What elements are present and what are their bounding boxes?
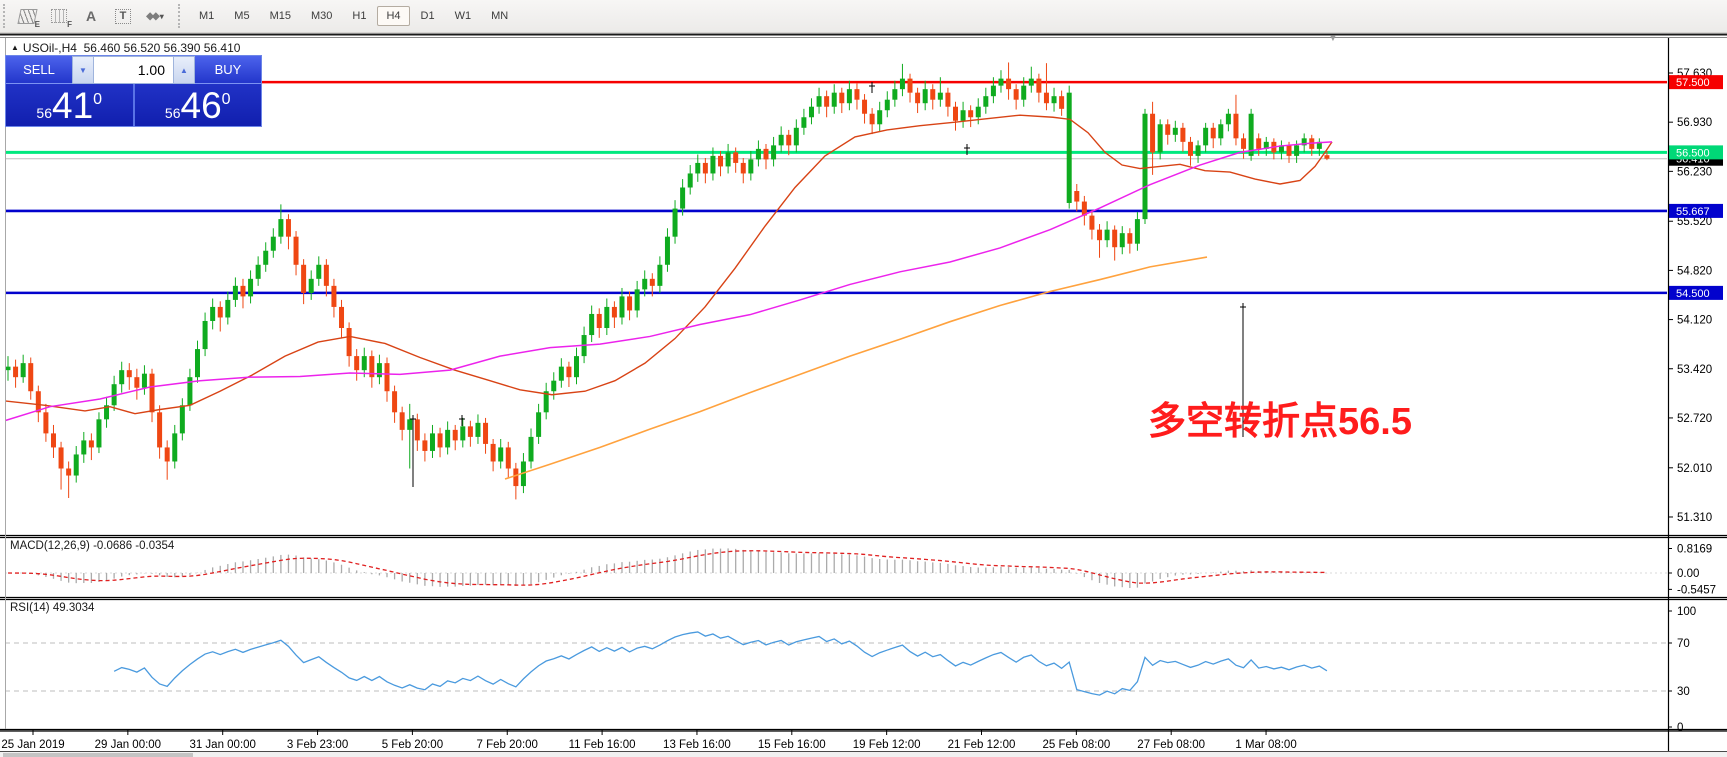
svg-text:30: 30 — [1677, 686, 1690, 698]
svg-text:54.500: 54.500 — [1676, 288, 1710, 300]
svg-text:15 Feb 16:00: 15 Feb 16:00 — [758, 739, 826, 751]
rsi-label: RSI(14) 49.3034 — [10, 602, 94, 614]
svg-text:11 Feb 16:00: 11 Feb 16:00 — [569, 739, 636, 751]
svg-text:100: 100 — [1677, 606, 1696, 618]
ohlc-readout: 56.460 56.520 56.390 56.410 — [84, 41, 241, 55]
svg-text:54.120: 54.120 — [1677, 315, 1712, 327]
collapse-arrow-icon[interactable]: ▲ — [11, 43, 19, 52]
svg-text:56.930: 56.930 — [1677, 117, 1712, 129]
volume-input[interactable] — [94, 56, 173, 84]
price-axis[interactable]: 57.63056.93056.23055.52054.82054.12053.4… — [1668, 68, 1723, 734]
mt4-window: E F A T ◆◆▾ M1M5M15M30H1H4D1W1MN 57.6305… — [0, 0, 1727, 757]
svg-text:0: 0 — [1677, 722, 1683, 734]
horizontal-scrollbar[interactable] — [0, 751, 1727, 757]
svg-text:21 Feb 12:00: 21 Feb 12:00 — [948, 739, 1016, 751]
dagger-marker — [459, 415, 465, 426]
sell-button[interactable]: SELL — [6, 56, 72, 84]
dagger-marker — [869, 82, 875, 93]
svg-text:-0.5457: -0.5457 — [1677, 584, 1716, 596]
volume-up-button[interactable]: ▲ — [173, 56, 195, 84]
macd-label: MACD(12,26,9) -0.0686 -0.0354 — [10, 540, 174, 552]
rsi-plot[interactable] — [5, 632, 1668, 695]
svg-text:56.500: 56.500 — [1676, 147, 1710, 159]
svg-text:25 Jan 2019: 25 Jan 2019 — [1, 739, 64, 751]
one-click-trading-panel: SELL ▼ ▲ BUY 56410 56460 — [5, 55, 262, 127]
svg-text:54.820: 54.820 — [1677, 265, 1712, 277]
svg-text:70: 70 — [1677, 638, 1690, 650]
svg-text:0.00: 0.00 — [1677, 568, 1699, 580]
macd-values: -0.0686 -0.0354 — [93, 540, 174, 552]
svg-text:19 Feb 12:00: 19 Feb 12:00 — [853, 739, 921, 751]
svg-text:55.520: 55.520 — [1677, 216, 1712, 228]
svg-text:5 Feb 20:00: 5 Feb 20:00 — [382, 739, 443, 751]
svg-text:53.420: 53.420 — [1677, 364, 1712, 376]
price-plot[interactable] — [0, 62, 1668, 499]
rsi-value: 49.3034 — [53, 602, 95, 614]
svg-text:13 Feb 16:00: 13 Feb 16:00 — [663, 739, 731, 751]
buy-price[interactable]: 56460 — [135, 84, 262, 126]
ma-slow-line — [505, 257, 1207, 479]
svg-text:3 Feb 23:00: 3 Feb 23:00 — [287, 739, 348, 751]
svg-text:25 Feb 08:00: 25 Feb 08:00 — [1042, 739, 1110, 751]
ma-mid-line — [0, 142, 1332, 422]
svg-text:0.8169: 0.8169 — [1677, 543, 1712, 555]
candles-layer — [6, 62, 1330, 499]
svg-text:31 Jan 00:00: 31 Jan 00:00 — [189, 739, 256, 751]
chart-annotation-text: 多空转折点56.5 — [1148, 390, 1412, 445]
volume-down-button[interactable]: ▼ — [72, 56, 94, 84]
svg-text:57.500: 57.500 — [1676, 77, 1710, 89]
buy-button[interactable]: BUY — [195, 56, 261, 84]
symbol-title: USOil-,H4 — [23, 41, 77, 55]
svg-text:1 Mar 08:00: 1 Mar 08:00 — [1235, 739, 1296, 751]
sell-price[interactable]: 56410 — [6, 84, 135, 126]
svg-text:27 Feb 08:00: 27 Feb 08:00 — [1137, 739, 1205, 751]
svg-text:52.010: 52.010 — [1677, 463, 1712, 475]
scrollbar-thumb[interactable] — [3, 753, 193, 757]
svg-text:29 Jan 00:00: 29 Jan 00:00 — [95, 739, 162, 751]
chart-shift-marker-icon[interactable]: ▼ — [1328, 33, 1338, 44]
svg-text:7 Feb 20:00: 7 Feb 20:00 — [477, 739, 538, 751]
svg-text:51.310: 51.310 — [1677, 512, 1712, 524]
svg-text:52.720: 52.720 — [1677, 413, 1712, 425]
time-axis[interactable]: 25 Jan 2019 29 Jan 00:00 31 Jan 00:00 3 Feb… — [1, 730, 1296, 751]
macd-plot[interactable] — [5, 548, 1668, 588]
chart-title: ▲ USOil-,H4 56.460 56.520 56.390 56.410 — [11, 41, 240, 55]
svg-text:56.230: 56.230 — [1677, 166, 1712, 178]
rsi-line — [114, 632, 1327, 695]
svg-text:55.667: 55.667 — [1676, 206, 1710, 218]
chart-frame — [0, 35, 1727, 752]
